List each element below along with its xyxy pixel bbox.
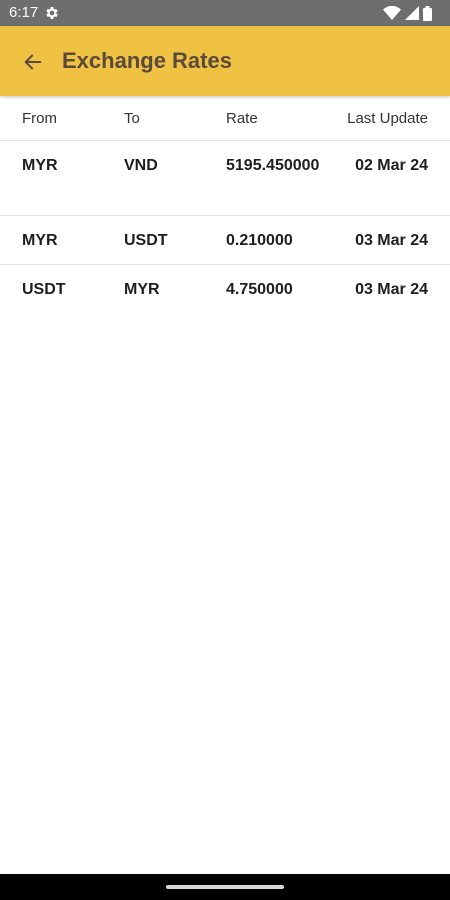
arrow-left-icon: [24, 54, 42, 70]
back-button[interactable]: [16, 45, 50, 79]
table-header-row: From To Rate Last Update: [0, 96, 450, 141]
page-title: Exchange Rates: [62, 48, 232, 73]
header-last-update: Last Update: [347, 110, 428, 127]
row-last-update: 03 Mar 24: [355, 281, 428, 298]
home-indicator[interactable]: [166, 885, 284, 889]
header-rate: Rate: [226, 110, 258, 127]
gear-icon: [46, 7, 58, 19]
header-from: From: [22, 110, 57, 127]
status-time: 6:17: [9, 4, 39, 21]
table-row: USDT MYR 4.750000 03 Mar 24: [0, 265, 450, 313]
status-icons: [383, 5, 432, 21]
signal-icon: [405, 6, 419, 20]
row-to: MYR: [124, 281, 160, 298]
row-to: USDT: [124, 232, 168, 249]
row-from: USDT: [22, 281, 66, 298]
table-row: MYR USDT 0.210000 03 Mar 24: [0, 216, 450, 265]
wifi-icon: [383, 6, 401, 20]
navigation-bar: [0, 874, 450, 900]
row-to: VND: [124, 157, 158, 174]
battery-icon: [423, 5, 432, 21]
header-to: To: [124, 110, 140, 127]
row-from: MYR: [22, 157, 58, 174]
row-rate: 4.750000: [226, 281, 293, 298]
row-last-update: 03 Mar 24: [355, 232, 428, 249]
app-bar: Exchange Rates: [0, 26, 450, 96]
exchange-rates-screen: 6:17 Exchange Rates From To Rate Last Up…: [0, 0, 450, 900]
table-row: MYR VND 5195.450000 02 Mar 24: [0, 141, 450, 216]
row-last-update: 02 Mar 24: [355, 157, 428, 174]
status-bar: 6:17: [0, 0, 450, 26]
row-rate: 0.210000: [226, 232, 293, 249]
row-rate: 5195.450000: [226, 157, 320, 174]
row-from: MYR: [22, 232, 58, 249]
exchange-rates-table: From To Rate Last Update MYR VND 5195.45…: [0, 96, 450, 313]
